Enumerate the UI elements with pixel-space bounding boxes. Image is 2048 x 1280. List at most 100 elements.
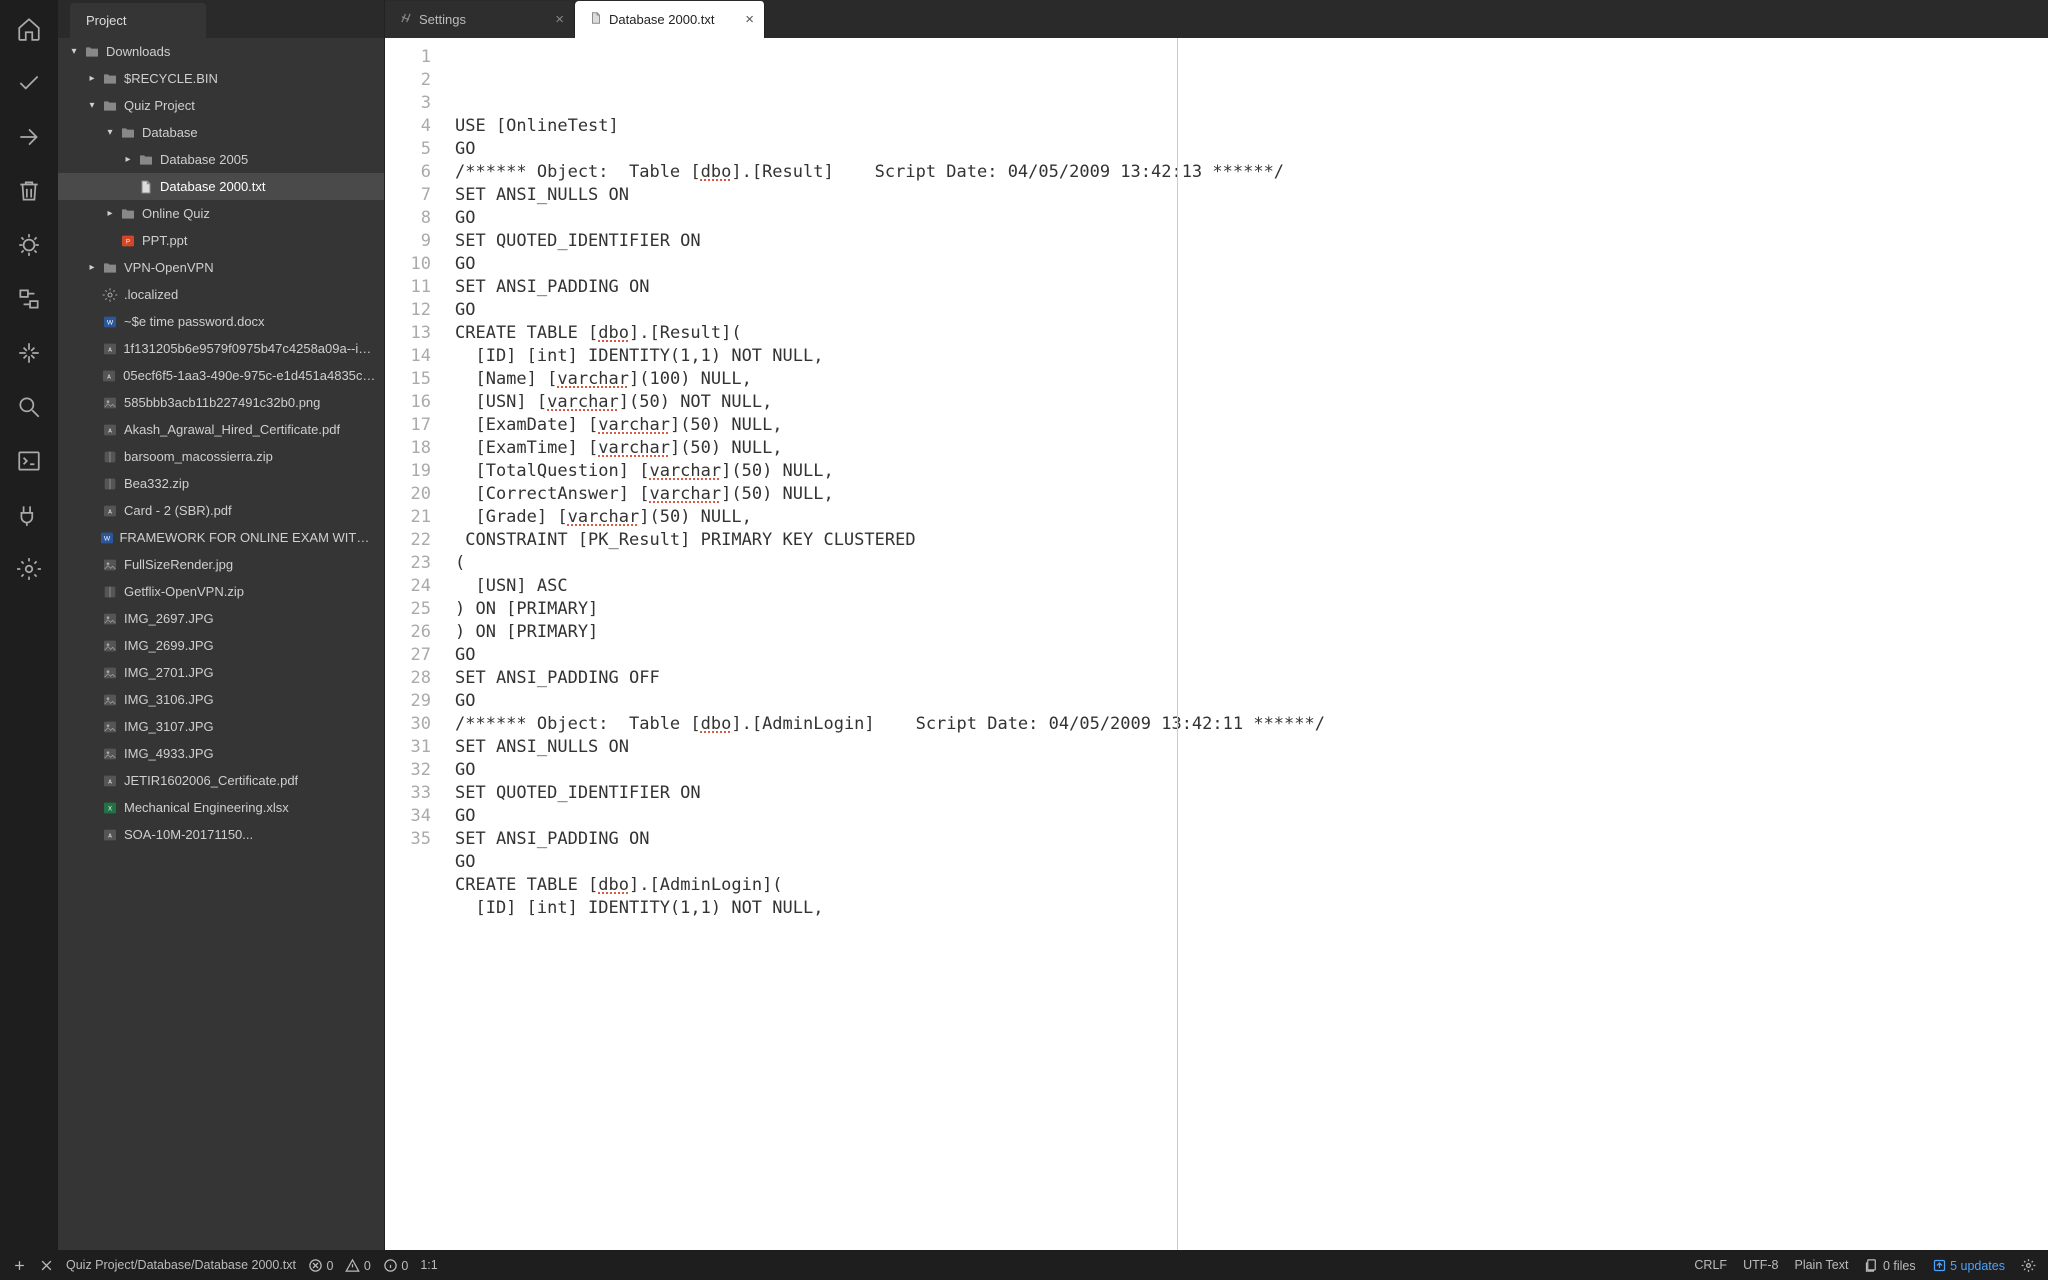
img-icon [100, 665, 120, 681]
editor-tab[interactable]: Settings × [385, 1, 575, 38]
expand-arrow-icon[interactable]: ▸ [84, 262, 100, 273]
tree-item[interactable]: A Card - 2 (SBR).pdf [58, 497, 384, 524]
tree-item[interactable]: XMechanical Engineering.xlsx [58, 794, 384, 821]
status-path[interactable]: Quiz Project/Database/Database 2000.txt [66, 1258, 296, 1272]
tree-item[interactable]: AAkash_Agrawal_Hired_Certificate.pdf [58, 416, 384, 443]
tree-item[interactable]: IMG_2697.JPG [58, 605, 384, 632]
code-line: ( [455, 552, 2048, 575]
status-eol[interactable]: CRLF [1694, 1258, 1727, 1272]
tree-item[interactable]: P PPT.ppt [58, 227, 384, 254]
code-line: /****** Object: Table [dbo].[Result] Scr… [455, 161, 2048, 184]
code-line: USE [OnlineTest] [455, 115, 2048, 138]
tree-item-label: Database 2005 [160, 152, 248, 167]
expand-arrow-icon[interactable]: ▾ [102, 127, 118, 138]
tree-item[interactable]: ▸VPN-OpenVPN [58, 254, 384, 281]
tree-item[interactable]: IMG_3106.JPG [58, 686, 384, 713]
terminal-icon[interactable] [16, 448, 42, 474]
tree-item[interactable]: barsoom_macossierra.zip [58, 443, 384, 470]
status-updates[interactable]: 5 updates [1932, 1258, 2005, 1273]
tab-label: Settings [419, 12, 466, 27]
status-close-icon[interactable] [39, 1258, 54, 1273]
tree-item[interactable]: .localized [58, 281, 384, 308]
tree-item[interactable]: IMG_2699.JPG [58, 632, 384, 659]
sidebar: Project ▾ Downloads ▸$RECYCLE.BIN ▾ Quiz Pro… [58, 0, 385, 1250]
bug-icon[interactable] [16, 232, 42, 258]
tree-item[interactable]: A05ecf6f5-1aa3-490e-975c-e1d451a4835c.pd… [58, 362, 384, 389]
gear-icon[interactable] [16, 556, 42, 582]
status-errors[interactable]: 0 [308, 1258, 333, 1273]
status-position[interactable]: 1:1 [420, 1258, 437, 1272]
expand-arrow-icon[interactable]: ▸ [120, 154, 136, 165]
tree-item[interactable]: IMG_2701.JPG [58, 659, 384, 686]
status-encoding[interactable]: UTF-8 [1743, 1258, 1778, 1272]
tree-item-label: IMG_3106.JPG [124, 692, 214, 707]
tree-item[interactable]: ▾Database [58, 119, 384, 146]
status-info[interactable]: 0 [383, 1258, 408, 1273]
tree-item[interactable]: ▸$RECYCLE.BIN [58, 65, 384, 92]
close-icon[interactable]: × [745, 11, 754, 28]
tree-item[interactable]: IMG_3107.JPG [58, 713, 384, 740]
tree-item[interactable]: ▸Online Quiz [58, 200, 384, 227]
tree-item[interactable]: ▾ Downloads [58, 38, 384, 65]
tree-item-label: IMG_3107.JPG [124, 719, 214, 734]
tree-item-label: Downloads [106, 44, 170, 59]
tree-item[interactable]: W~$e time password.docx [58, 308, 384, 335]
tab-label: Database 2000.txt [609, 12, 715, 27]
close-icon[interactable]: × [555, 11, 564, 28]
tree-item-label: Card - 2 (SBR).pdf [124, 503, 232, 518]
arrow-right-icon[interactable] [16, 124, 42, 150]
pdf-icon: A [100, 773, 120, 789]
pdf-icon: A [100, 503, 120, 519]
tree-item[interactable]: AJETIR1602006_Certificate.pdf [58, 767, 384, 794]
code-area[interactable]: USE [OnlineTest] GO /****** Object: Table … [445, 38, 2048, 1250]
tree-item-label: Bea332.zip [124, 476, 189, 491]
trash-icon[interactable] [16, 178, 42, 204]
tree-item[interactable]: Bea332.zip [58, 470, 384, 497]
status-warnings[interactable]: 0 [345, 1258, 370, 1273]
pdf-icon: A [100, 341, 120, 357]
tree-item[interactable]: ASOA-10M-20171150... [58, 821, 384, 848]
expand-arrow-icon[interactable]: ▾ [84, 100, 100, 111]
file-tree[interactable]: ▾Downloads▸$RECYCLE.BIN▾Quiz Project▾Dat… [58, 38, 384, 1250]
tree-item[interactable]: ▾ Quiz Project [58, 92, 384, 119]
status-add-icon[interactable] [12, 1258, 27, 1273]
editor-tabs: Settings × Database 2000.txt × [385, 0, 2048, 38]
home-icon[interactable] [16, 16, 42, 42]
pdf-icon: A [100, 422, 120, 438]
img-icon [100, 746, 120, 762]
img-icon [100, 611, 120, 627]
check-icon[interactable] [16, 70, 42, 96]
expand-arrow-icon[interactable]: ▾ [66, 46, 82, 57]
sidebar-tab-project[interactable]: Project [70, 3, 206, 38]
tree-item[interactable]: FullSizeRender.jpg [58, 551, 384, 578]
svg-text:W: W [104, 535, 111, 542]
extensions-icon[interactable] [16, 340, 42, 366]
tree-item[interactable]: IMG_4933.JPG [58, 740, 384, 767]
tree-item[interactable]: ▸ Database 2005 [58, 146, 384, 173]
status-gear-icon[interactable] [2021, 1258, 2036, 1273]
tree-item-label: Database 2000.txt [160, 179, 266, 194]
svg-text:P: P [126, 239, 130, 245]
diff-icon[interactable] [16, 286, 42, 312]
pdf-icon: A [100, 368, 120, 384]
search-icon[interactable] [16, 394, 42, 420]
tree-item[interactable]: WFRAMEWORK FOR ONLINE EXAM WITH GRAPH [58, 524, 384, 551]
code-line: [USN] [varchar](50) NOT NULL, [455, 391, 2048, 414]
code-line: GO [455, 644, 2048, 667]
tree-item[interactable]: Database 2000.txt [58, 173, 384, 200]
expand-arrow-icon[interactable]: ▸ [84, 73, 100, 84]
status-language[interactable]: Plain Text [1794, 1258, 1848, 1272]
expand-arrow-icon[interactable]: ▸ [102, 208, 118, 219]
editor[interactable]: 1234567891011121314151617181920212223242… [385, 38, 2048, 1250]
code-line: SET QUOTED_IDENTIFIER ON [455, 230, 2048, 253]
tree-item[interactable]: Getflix-OpenVPN.zip [58, 578, 384, 605]
tree-item[interactable]: 585bbb3acb11b227491c32b0.png [58, 389, 384, 416]
code-line: [Grade] [varchar](50) NULL, [455, 506, 2048, 529]
tree-item-label: Quiz Project [124, 98, 195, 113]
plug-icon[interactable] [16, 502, 42, 528]
editor-tab[interactable]: Database 2000.txt × [575, 1, 765, 38]
tree-item[interactable]: A1f131205b6e9579f0975b47c4258a09a--india [58, 335, 384, 362]
status-files[interactable]: 0 files [1864, 1258, 1915, 1273]
line-gutter: 1234567891011121314151617181920212223242… [385, 38, 445, 1250]
tree-item-label: PPT.ppt [142, 233, 188, 248]
